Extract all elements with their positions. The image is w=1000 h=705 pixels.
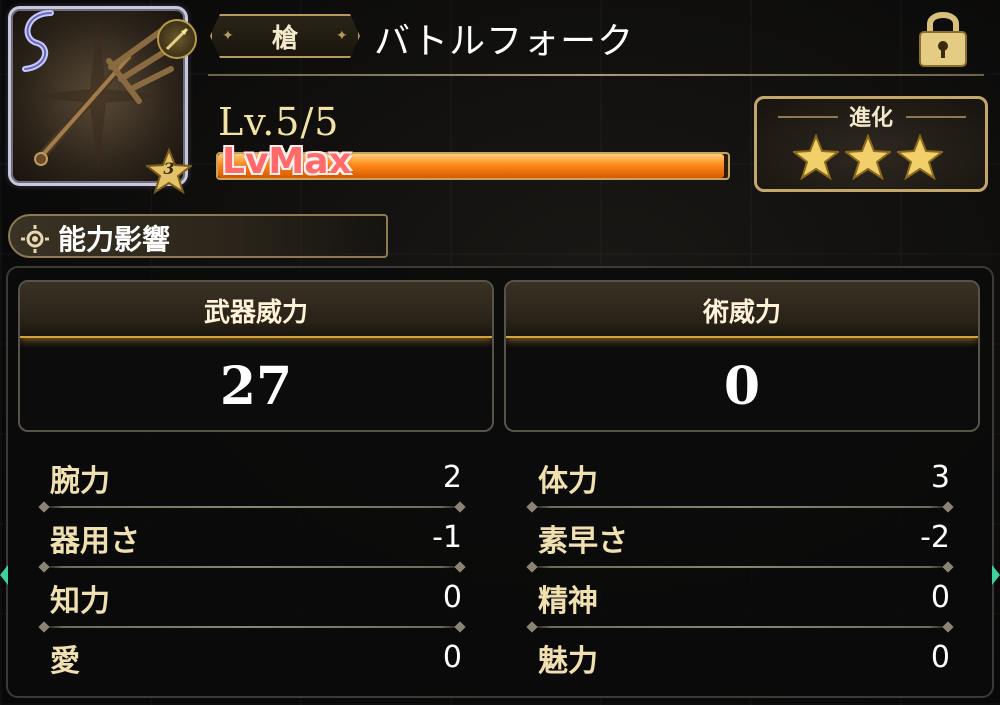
weapon-power-value: 27	[219, 356, 293, 417]
stat-value: 0	[930, 580, 950, 615]
scroll-left-arrow-icon[interactable]	[0, 560, 10, 590]
spear-type-badge-icon	[157, 19, 197, 59]
stat-row: 器用さ -1	[42, 512, 462, 570]
stat-value: 3	[930, 460, 950, 495]
evolution-star-icon	[845, 134, 891, 180]
stat-label: 知力	[50, 584, 110, 619]
scroll-right-arrow-icon[interactable]	[990, 560, 1000, 590]
weapon-power-label: 武器威力	[203, 298, 308, 328]
art-power-label: 術威力	[702, 298, 781, 328]
weapon-type-label: 槍	[271, 23, 298, 54]
stat-value: -1	[432, 520, 462, 555]
art-power-value: 0	[723, 356, 761, 417]
weapon-power-box: 武器威力 27	[18, 280, 494, 432]
stat-value: 2	[442, 460, 462, 495]
evolution-star-icon	[793, 134, 839, 180]
evolution-stars	[793, 134, 943, 180]
level-max-label: LvMax	[222, 141, 352, 182]
stat-label: 魅力	[538, 644, 598, 679]
stat-row: 精神 0	[530, 572, 950, 630]
evolution-label: 進化	[848, 106, 893, 131]
stat-value: 0	[442, 640, 462, 675]
stat-label: 愛	[50, 644, 80, 679]
art-power-box: 術威力 0	[504, 280, 980, 432]
stat-label: 腕力	[50, 464, 110, 499]
gear-sun-icon	[20, 224, 50, 258]
weapon-name: バトルフォーク	[374, 21, 635, 62]
stat-row: 腕力 2	[42, 452, 462, 510]
rarity-star-badge: 3	[144, 147, 194, 195]
stat-label: 体力	[538, 464, 598, 499]
stat-label: 器用さ	[50, 524, 140, 559]
stat-value: 0	[930, 640, 950, 675]
stat-label: 精神	[538, 584, 598, 619]
stat-row: 魅力 0	[530, 632, 950, 690]
stat-row: 知力 0	[42, 572, 462, 630]
stat-row: 愛 0	[42, 632, 462, 690]
lock-icon[interactable]	[912, 6, 974, 72]
stat-row: 体力 3	[530, 452, 950, 510]
rarity-number: 3	[163, 159, 175, 178]
stat-label: 素早さ	[538, 524, 628, 559]
stat-row: 素早さ -2	[530, 512, 950, 570]
stat-value: 0	[442, 580, 462, 615]
swirl-ornament-icon	[22, 10, 54, 72]
level-text: Lv.5/5	[218, 100, 340, 144]
stat-value: -2	[920, 520, 950, 555]
evolution-star-icon	[897, 134, 943, 180]
name-divider	[208, 74, 984, 76]
section-title: 能力影響	[58, 223, 171, 256]
